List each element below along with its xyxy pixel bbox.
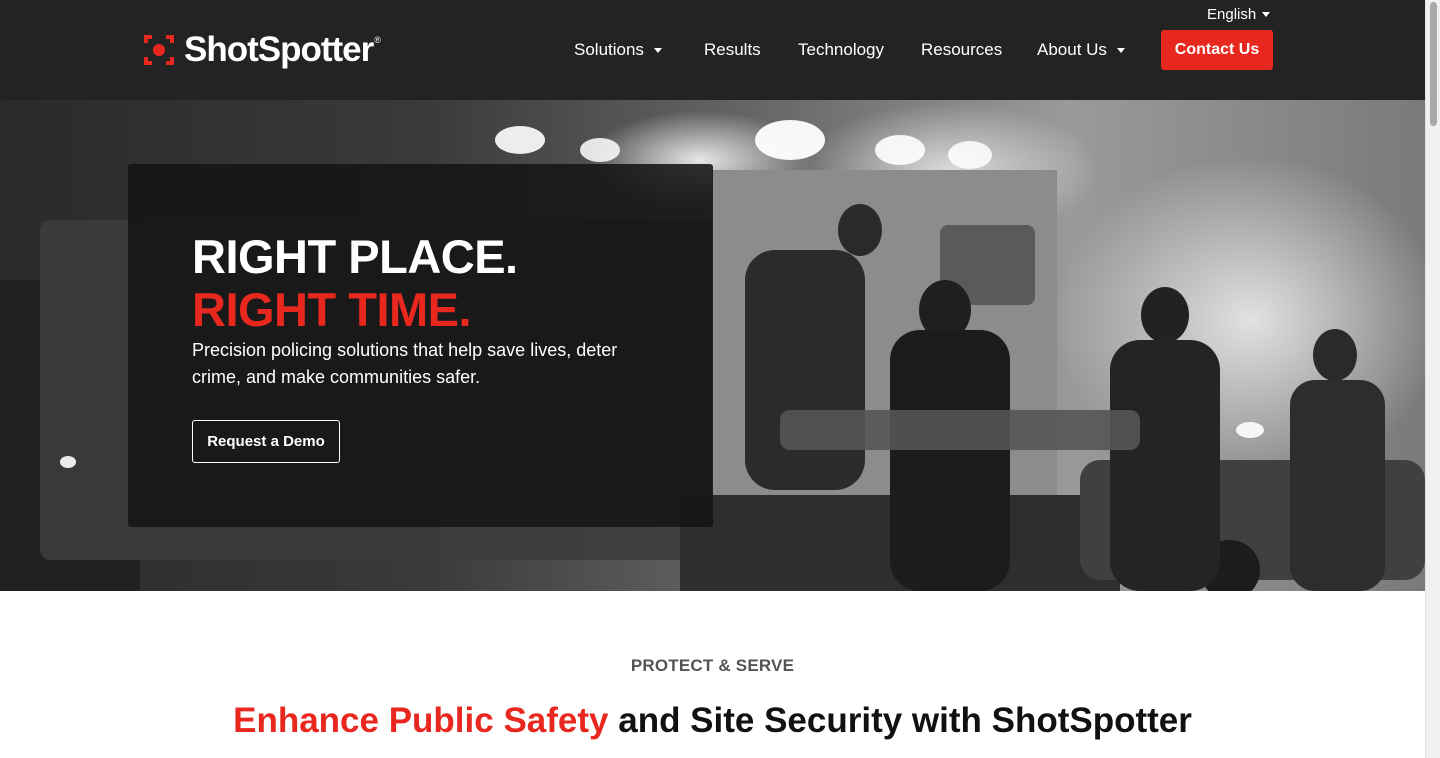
page: ShotSpotter ® English Solutions Results T… [0,0,1425,758]
scrollbar-thumb[interactable] [1430,2,1437,126]
nav-label: Results [704,40,761,59]
nav-label: Resources [921,40,1003,59]
hero-card: RIGHT PLACE. RIGHT TIME. Precision polic… [128,164,713,527]
caret-down-icon [1262,12,1271,17]
nav-label: Technology [798,40,885,59]
hero-subtitle: Precision policing solutions that help s… [192,340,618,387]
caret-down-icon [1116,47,1125,53]
section-eyebrow: PROTECT & SERVE [630,656,795,675]
nav-item-results[interactable]: Results [704,38,761,62]
nav-item-technology[interactable]: Technology [798,38,884,62]
nav-label: About Us [1037,40,1107,59]
nav-item-resources[interactable]: Resources [921,38,1002,62]
hero-headline-line-2: RIGHT TIME. [192,283,472,336]
request-demo-button[interactable]: Request a Demo [192,420,340,463]
nav-item-solutions[interactable]: Solutions [574,38,662,62]
section-title-highlight: Enhance Public Safety [233,701,609,740]
language-label: English [1207,6,1257,23]
hero-section: RIGHT PLACE. RIGHT TIME. Precision polic… [0,100,1425,591]
site-header: ShotSpotter ® English Solutions Results T… [0,0,1425,100]
page-scrollbar[interactable] [1425,0,1440,758]
language-selector[interactable]: English [1207,6,1271,23]
shotspotter-logo[interactable]: ShotSpotter ® [142,30,381,70]
target-icon [142,33,176,67]
section-title: Enhance Public Safety and Site Security … [0,700,1425,742]
registered-mark: ® [374,35,381,45]
brand-name: ShotSpotter [184,30,374,69]
hero-headline-line-1: RIGHT PLACE. [192,230,518,283]
nav-item-about-us[interactable]: About Us [1037,38,1125,62]
section-title-rest: and Site Security with ShotSpotter [608,701,1192,740]
caret-down-icon [653,47,662,53]
contact-us-button[interactable]: Contact Us [1161,30,1273,70]
nav-label: Solutions [574,40,644,59]
